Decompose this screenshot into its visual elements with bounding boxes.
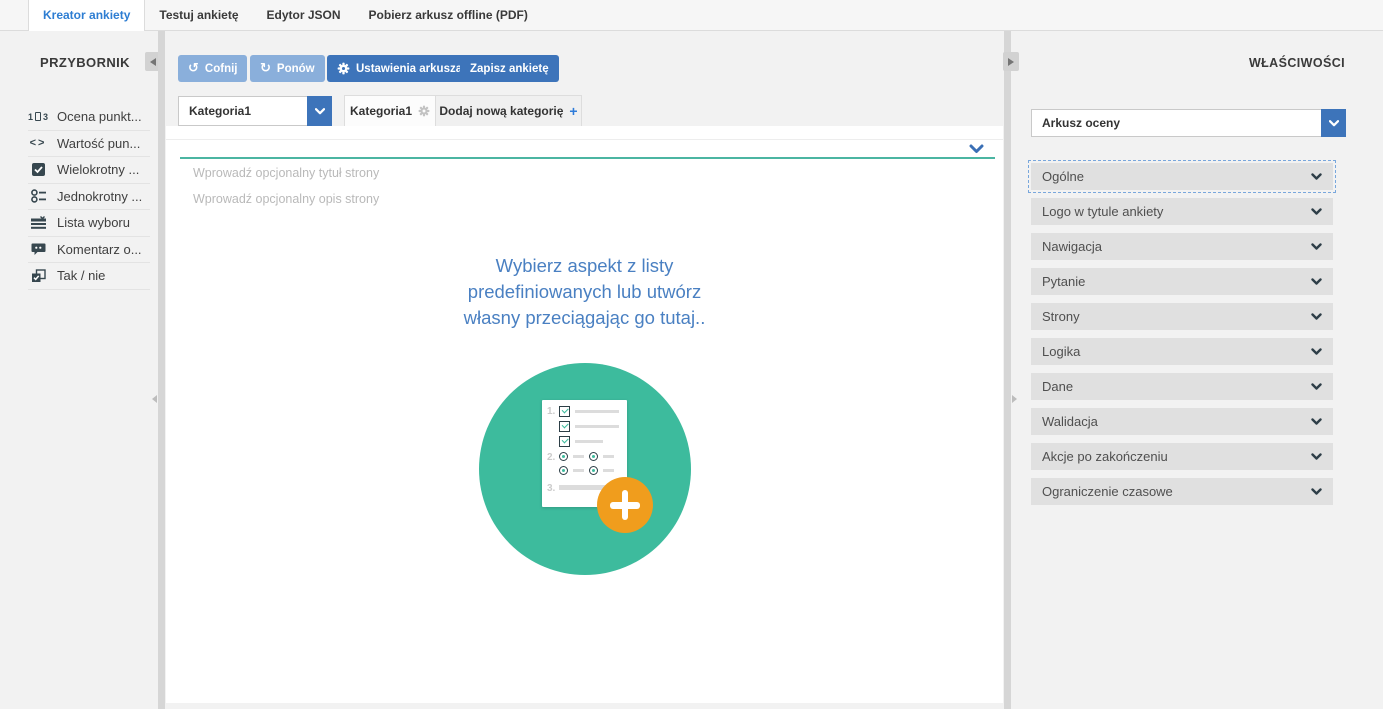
toolbox-item-comment[interactable]: Komentarz o... xyxy=(28,237,150,264)
accordion-section-ograniczenie[interactable]: Ograniczenie czasowe xyxy=(1031,478,1333,505)
radio-illustration-icon xyxy=(589,466,598,475)
properties-title: WŁAŚCIWOŚCI xyxy=(1249,56,1345,70)
undo-button[interactable]: ↺ Cofnij xyxy=(178,55,247,82)
toolbox-item-checkbox[interactable]: Wielokrotny ... xyxy=(28,157,150,184)
accordion-section-pytanie[interactable]: Pytanie xyxy=(1031,268,1333,295)
chevron-down-icon xyxy=(1311,348,1322,356)
toolbox-item-label: Wartość pun... xyxy=(57,136,140,151)
properties-selector-value: Arkusz oceny xyxy=(1031,109,1321,137)
chevron-down-icon xyxy=(1311,488,1322,496)
toolbox-title: PRZYBORNIK xyxy=(40,55,130,70)
add-category-tab[interactable]: Dodaj nową kategorię + xyxy=(435,95,582,126)
chevron-down-icon xyxy=(1311,453,1322,461)
toolbox-item-dropdown[interactable]: Lista wyboru xyxy=(28,210,150,237)
redo-icon: ↻ xyxy=(260,62,271,75)
text-line xyxy=(575,410,619,413)
dropdown-list-icon xyxy=(28,216,48,229)
toolbox-item-label: Komentarz o... xyxy=(57,242,142,257)
plus-icon: + xyxy=(569,104,577,118)
toolbox-item-label: Lista wyboru xyxy=(57,215,130,230)
toolbox-item-label: Jednokrotny ... xyxy=(57,189,142,204)
gear-icon[interactable] xyxy=(418,105,430,117)
list-number: 1. xyxy=(547,406,555,417)
gear-icon xyxy=(337,62,350,75)
category-dropdown-value: Kategoria1 xyxy=(178,96,307,126)
splitter-handle-right-icon xyxy=(1012,395,1017,403)
undo-icon: ↺ xyxy=(188,62,199,75)
tab-pobierz-pdf[interactable]: Pobierz arkusz offline (PDF) xyxy=(355,0,542,31)
radio-illustration-icon xyxy=(559,466,568,475)
chevron-down-icon xyxy=(1311,313,1322,321)
accordion-section-strony[interactable]: Strony xyxy=(1031,303,1333,330)
dropzone-hint-text: Wybierz aspekt z listy predefiniowanych … xyxy=(166,253,1003,331)
comment-icon xyxy=(28,243,48,256)
accordion-section-logo[interactable]: Logo w tytule ankiety xyxy=(1031,198,1333,225)
rating-icon: 13 xyxy=(28,112,48,122)
chevron-down-icon xyxy=(1311,243,1322,251)
save-survey-button[interactable]: Zapisz ankietę xyxy=(460,55,559,82)
chevron-down-icon xyxy=(1311,278,1322,286)
toolbox-item-label: Ocena punkt... xyxy=(57,109,142,124)
radio-illustration-icon xyxy=(559,452,568,461)
sheet-settings-button[interactable]: Ustawienia arkusza xyxy=(327,55,472,82)
boolean-icon xyxy=(28,269,48,283)
tab-testuj-ankiete[interactable]: Testuj ankietę xyxy=(145,0,252,31)
checkbox-illustration-icon xyxy=(559,406,570,417)
toolbox-item-label: Wielokrotny ... xyxy=(57,162,139,177)
category-dropdown[interactable]: Kategoria1 xyxy=(178,96,332,126)
redo-button[interactable]: ↻ Ponów xyxy=(250,55,325,82)
accordion-section-akcje[interactable]: Akcje po zakończeniu xyxy=(1031,443,1333,470)
accordion-section-ogolne[interactable]: Ogólne xyxy=(1031,163,1333,190)
chevron-left-icon xyxy=(150,58,156,66)
chevron-down-icon xyxy=(1311,418,1322,426)
category-tab-active[interactable]: Kategoria1 xyxy=(344,95,436,126)
properties-object-selector[interactable]: Arkusz oceny xyxy=(1031,109,1346,137)
toolbox-item-label: Tak / nie xyxy=(57,268,105,283)
tab-edytor-json[interactable]: Edytor JSON xyxy=(253,0,355,31)
chevron-down-icon xyxy=(307,96,332,126)
top-tab-bar: Kreator ankiety Testuj ankietę Edytor JS… xyxy=(0,0,1383,31)
chevron-right-icon xyxy=(1008,58,1014,66)
toolbox-item-radiogroup[interactable]: Jednokrotny ... xyxy=(28,184,150,211)
left-splitter[interactable] xyxy=(158,31,165,709)
chevron-down-icon xyxy=(1311,208,1322,216)
tab-kreator-ankiety[interactable]: Kreator ankiety xyxy=(28,0,145,31)
chevron-down-icon xyxy=(1321,109,1346,137)
page-description-input[interactable]: Wprowadź opcjonalny opis strony xyxy=(193,192,379,206)
design-canvas: Wprowadź opcjonalny tytuł strony Wprowad… xyxy=(166,126,1003,703)
right-splitter[interactable] xyxy=(1004,31,1011,709)
radio-illustration-icon xyxy=(589,452,598,461)
value-icon: <> xyxy=(28,137,48,149)
toolbox-list: 13 Ocena punkt... <> Wartość pun... Wiel… xyxy=(28,104,150,290)
page-header-underline xyxy=(180,157,995,159)
accordion-section-dane[interactable]: Dane xyxy=(1031,373,1333,400)
text-line xyxy=(573,455,584,458)
toolbox-item-rating[interactable]: 13 Ocena punkt... xyxy=(28,104,150,131)
toolbox-item-boolean[interactable]: Tak / nie xyxy=(28,263,150,290)
text-line xyxy=(575,440,603,443)
chevron-down-icon xyxy=(1311,383,1322,391)
radiogroup-icon xyxy=(28,189,48,203)
checkbox-icon xyxy=(28,163,48,176)
checkbox-illustration-icon xyxy=(559,421,570,432)
accordion-section-walidacja[interactable]: Walidacja xyxy=(1031,408,1333,435)
text-line xyxy=(573,469,584,472)
accordion-section-logika[interactable]: Logika xyxy=(1031,338,1333,365)
checkbox-illustration-icon xyxy=(559,436,570,447)
accordion-section-nawigacja[interactable]: Nawigacja xyxy=(1031,233,1333,260)
collapse-properties-button[interactable] xyxy=(1003,52,1019,71)
text-line xyxy=(603,455,614,458)
list-number: 3. xyxy=(547,483,555,494)
add-question-plus-icon xyxy=(597,477,653,533)
chevron-down-icon xyxy=(1311,173,1322,181)
text-line xyxy=(575,425,619,428)
dropzone-illustration: 1. 2. 3. xyxy=(479,363,691,575)
page-title-input[interactable]: Wprowadź opcjonalny tytuł strony xyxy=(193,166,379,180)
text-line xyxy=(603,469,614,472)
properties-accordion: Ogólne Logo w tytule ankiety Nawigacja P… xyxy=(1031,163,1333,513)
toolbox-item-value[interactable]: <> Wartość pun... xyxy=(28,131,150,158)
canvas-divider-line xyxy=(166,139,1003,140)
splitter-handle-left-icon xyxy=(152,395,157,403)
list-number: 2. xyxy=(547,452,555,463)
